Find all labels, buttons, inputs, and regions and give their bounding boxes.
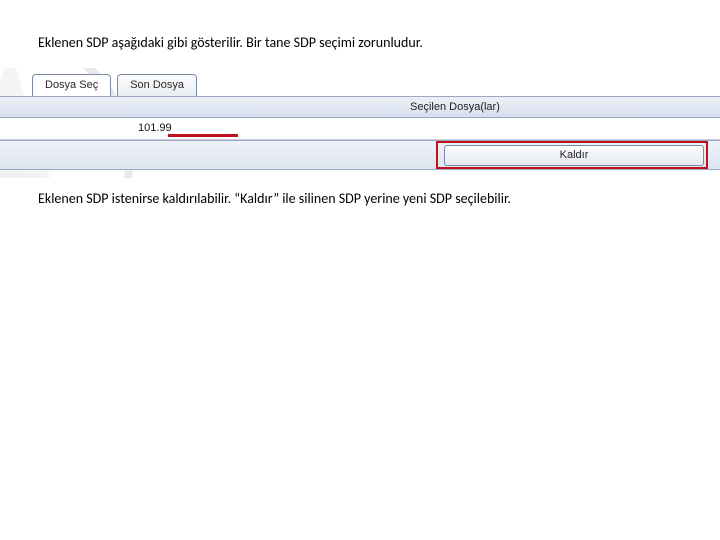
table-header-row: Seçilen Dosya(lar) bbox=[0, 96, 720, 118]
remove-button[interactable]: Kaldır bbox=[444, 145, 704, 166]
tab-bar: Dosya Seç Son Dosya bbox=[32, 74, 197, 96]
highlight-underline bbox=[168, 134, 238, 137]
screenshot-panel: Dosya Seç Son Dosya Seçilen Dosya(lar) 1… bbox=[0, 68, 720, 178]
table-cell-value: 101.99 bbox=[138, 122, 172, 134]
tab-last-file[interactable]: Son Dosya bbox=[117, 74, 197, 96]
caption-top: Eklenen SDP aşağıdaki gibi gösterilir. B… bbox=[38, 34, 423, 51]
column-header-selected-files: Seçilen Dosya(lar) bbox=[410, 101, 500, 113]
caption-bottom: Eklenen SDP istenirse kaldırılabilir. “K… bbox=[38, 190, 511, 207]
table-row[interactable]: 101.99 bbox=[0, 118, 720, 140]
action-bar: Kaldır bbox=[0, 140, 720, 170]
tab-select-file[interactable]: Dosya Seç bbox=[32, 74, 111, 96]
